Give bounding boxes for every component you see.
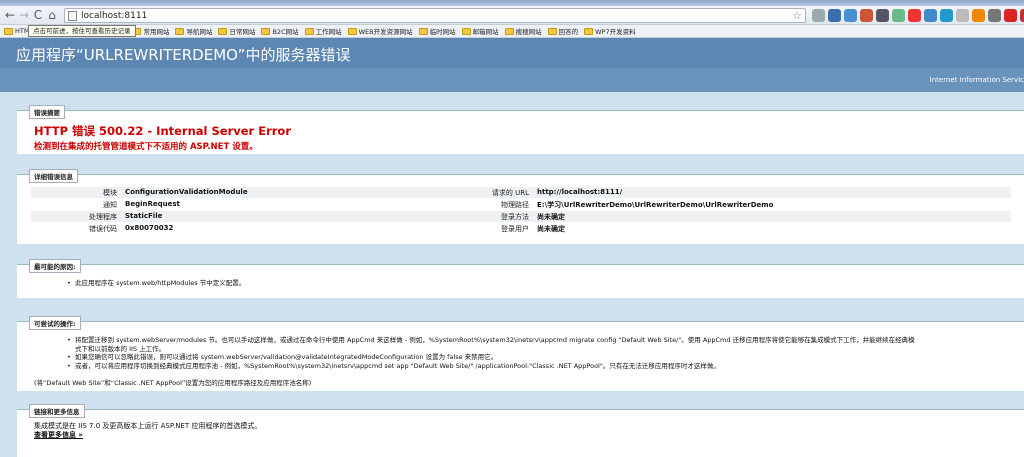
more-info-link[interactable]: 查看更多信息 »: [34, 430, 83, 440]
folder-icon: [175, 27, 185, 35]
extension-icon[interactable]: [828, 9, 841, 22]
bookmark-folder[interactable]: 邮箱网站: [461, 26, 499, 36]
extension-icons: [812, 9, 1024, 22]
links-section: 链接和更多信息 集成模式是在 IIS 7.0 及更高版本上运行 ASP.NET …: [17, 404, 1024, 457]
section-legend: 错误摘要: [29, 105, 65, 119]
folder-icon: [461, 27, 471, 35]
folder-icon: [347, 27, 357, 35]
page-title: 应用程序“URLREWRITERDEMO”中的服务器错误: [16, 46, 351, 64]
folder-icon: [584, 27, 594, 35]
extension-icon[interactable]: [860, 9, 873, 22]
error-summary-section: 错误摘要 HTTP 错误 500.22 - Internal Server Er…: [17, 105, 1024, 154]
server-name: Internet Information Servic: [929, 76, 1024, 84]
extension-icon[interactable]: [876, 9, 889, 22]
extension-icon[interactable]: [988, 9, 1001, 22]
folder-icon: [504, 27, 514, 35]
extension-icon[interactable]: [908, 9, 921, 22]
section-legend: 链接和更多信息: [29, 404, 85, 418]
list-item: 此应用程序在 system.web/httpModules 节中定义配置。: [67, 279, 245, 288]
back-arrow-icon[interactable]: ←: [3, 8, 17, 22]
bookmark-folder[interactable]: 工作网站: [304, 26, 342, 36]
forward-arrow-icon[interactable]: →: [17, 8, 31, 22]
extension-icon[interactable]: [956, 9, 969, 22]
extension-icon[interactable]: [1020, 9, 1024, 22]
bookmark-star-icon[interactable]: ☆: [792, 9, 802, 22]
folder-icon: [218, 27, 228, 35]
forward-tooltip: 点击可前进，按住可查看历史记录: [28, 25, 136, 37]
error-content: 错误摘要 HTTP 错误 500.22 - Internal Server Er…: [0, 92, 1024, 457]
bookmark-folder[interactable]: 临时网站: [418, 26, 456, 36]
address-bar[interactable]: ☆: [64, 8, 806, 23]
actions-list: 将配置迁移到 system.webServer/modules 节。也可以手动这…: [67, 336, 915, 371]
reload-icon[interactable]: C: [31, 8, 45, 22]
error-details-section: 详细错误信息 模块 ConfigurationValidationModule 通…: [17, 169, 1024, 244]
causes-section: 最可能的原因: 此应用程序在 system.web/httpModules 节中…: [17, 259, 1024, 298]
list-item: 或者，可以将应用程序切换到经典模式应用程序池 - 例如，%SystemRoot%…: [67, 362, 915, 371]
bookmark-folder[interactable]: 搜搜网站: [504, 26, 542, 36]
error-title: HTTP 错误 500.22 - Internal Server Error: [34, 124, 291, 138]
bookmark-folder[interactable]: 导航网站: [175, 26, 212, 36]
actions-note: (将“Default Web Site”和“Classic .NET AppPo…: [34, 379, 312, 387]
bookmark-folder[interactable]: 常用网站: [132, 26, 169, 36]
folder-icon: [304, 27, 314, 35]
bookmark-folder[interactable]: WP7开发资料: [584, 26, 636, 36]
extension-icon[interactable]: [844, 9, 857, 22]
extension-icon[interactable]: [972, 9, 985, 22]
page-subheader: Internet Information Servic: [0, 68, 1024, 92]
bookmark-folder[interactable]: 日常网站: [218, 26, 255, 36]
folder-icon: [418, 27, 428, 35]
extension-icon[interactable]: [940, 9, 953, 22]
bookmark-folder[interactable]: WEB开发资源网站: [347, 26, 413, 36]
section-legend: 最可能的原因:: [29, 259, 81, 273]
page-icon: [68, 11, 77, 21]
bookmarks-bar: HTM 网站 常用网站 导航网站 日常网站 B2C网站 工作网站 WEB开发资源…: [0, 25, 1024, 38]
bookmark-folder[interactable]: HTM: [4, 27, 29, 35]
folder-icon: [4, 27, 13, 35]
section-legend: 可尝试的操作:: [29, 316, 81, 330]
page-header: 应用程序“URLREWRITERDEMO”中的服务器错误: [0, 38, 1024, 68]
folder-icon: [261, 27, 271, 35]
actions-section: 可尝试的操作: 将配置迁移到 system.webServer/modules …: [17, 316, 1024, 391]
extension-icon[interactable]: [1004, 9, 1017, 22]
browser-toolbar: ← → C ⌂ ☆: [0, 6, 1024, 25]
bookmark-folder[interactable]: 回答的: [547, 26, 578, 36]
url-input[interactable]: [81, 10, 781, 22]
bookmark-folder[interactable]: B2C网站: [261, 26, 299, 36]
causes-list: 此应用程序在 system.web/httpModules 节中定义配置。: [67, 279, 245, 288]
list-item: 如果您确信可以忽略此错误，则可以通过将 system.webServer/val…: [67, 353, 915, 362]
extension-icon[interactable]: [924, 9, 937, 22]
home-icon[interactable]: ⌂: [45, 8, 59, 22]
extension-icon[interactable]: [812, 9, 825, 22]
error-description: 检测到在集成的托管管道模式下不适用的 ASP.NET 设置。: [34, 142, 258, 152]
list-item-continued: 式下和以前版本的 IIS 上工作。: [75, 344, 166, 353]
list-item: 将配置迁移到 system.webServer/modules 节。也可以手动这…: [67, 336, 915, 345]
extension-icon[interactable]: [892, 9, 905, 22]
folder-icon: [547, 27, 557, 35]
section-legend: 详细错误信息: [29, 169, 78, 183]
